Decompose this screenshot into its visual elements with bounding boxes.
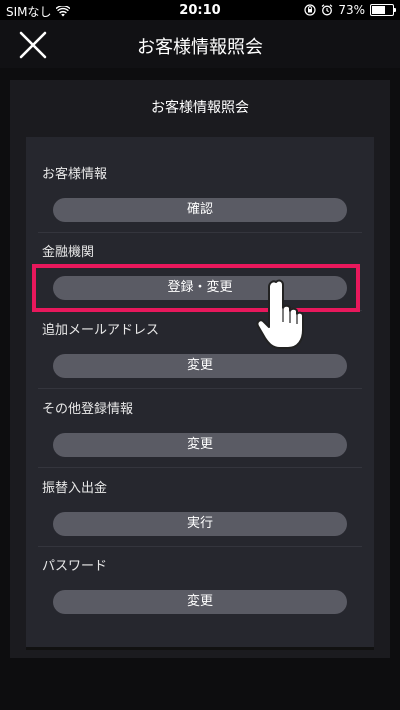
divider	[38, 388, 362, 389]
confirm-customer-info-button[interactable]: 確認	[53, 198, 347, 222]
divider	[38, 546, 362, 547]
divider	[38, 232, 362, 233]
header-bar: お客様情報照会	[0, 20, 400, 68]
battery-fill	[372, 6, 386, 14]
section-label-transfer: 振替入出金	[42, 481, 108, 496]
section-label-other-registration: その他登録情報	[42, 402, 134, 417]
battery-tip	[394, 8, 396, 12]
highlight-frame	[32, 264, 360, 312]
section-label-password: パスワード	[42, 559, 108, 574]
page-title: お客様情報照会	[137, 37, 263, 58]
section-label-financial-institution: 金融機関	[42, 245, 95, 260]
battery-icon	[370, 4, 396, 16]
status-bar: SIMなし 20:10 73%	[0, 0, 400, 20]
alarm-icon	[321, 4, 333, 16]
panel-title: お客様情報照会	[151, 100, 249, 116]
change-email-button[interactable]: 変更	[53, 354, 347, 378]
execute-transfer-button[interactable]: 実行	[53, 512, 347, 536]
section-label-customer-info: お客様情報	[42, 167, 108, 182]
info-panel: お客様情報照会 お客様情報 確認 金融機関 登録・変更 追加メールアドレス 変更…	[10, 80, 390, 658]
divider	[38, 467, 362, 468]
change-other-info-button[interactable]: 変更	[53, 433, 347, 457]
change-password-button[interactable]: 変更	[53, 590, 347, 614]
section-label-additional-email: 追加メールアドレス	[42, 323, 160, 338]
pointing-hand-icon	[256, 279, 304, 349]
battery-percent: 73%	[338, 3, 365, 17]
menu-list: お客様情報 確認 金融機関 登録・変更 追加メールアドレス 変更 その他登録情報…	[26, 137, 374, 650]
status-right: 73%	[304, 3, 396, 17]
orientation-lock-icon	[304, 4, 316, 16]
